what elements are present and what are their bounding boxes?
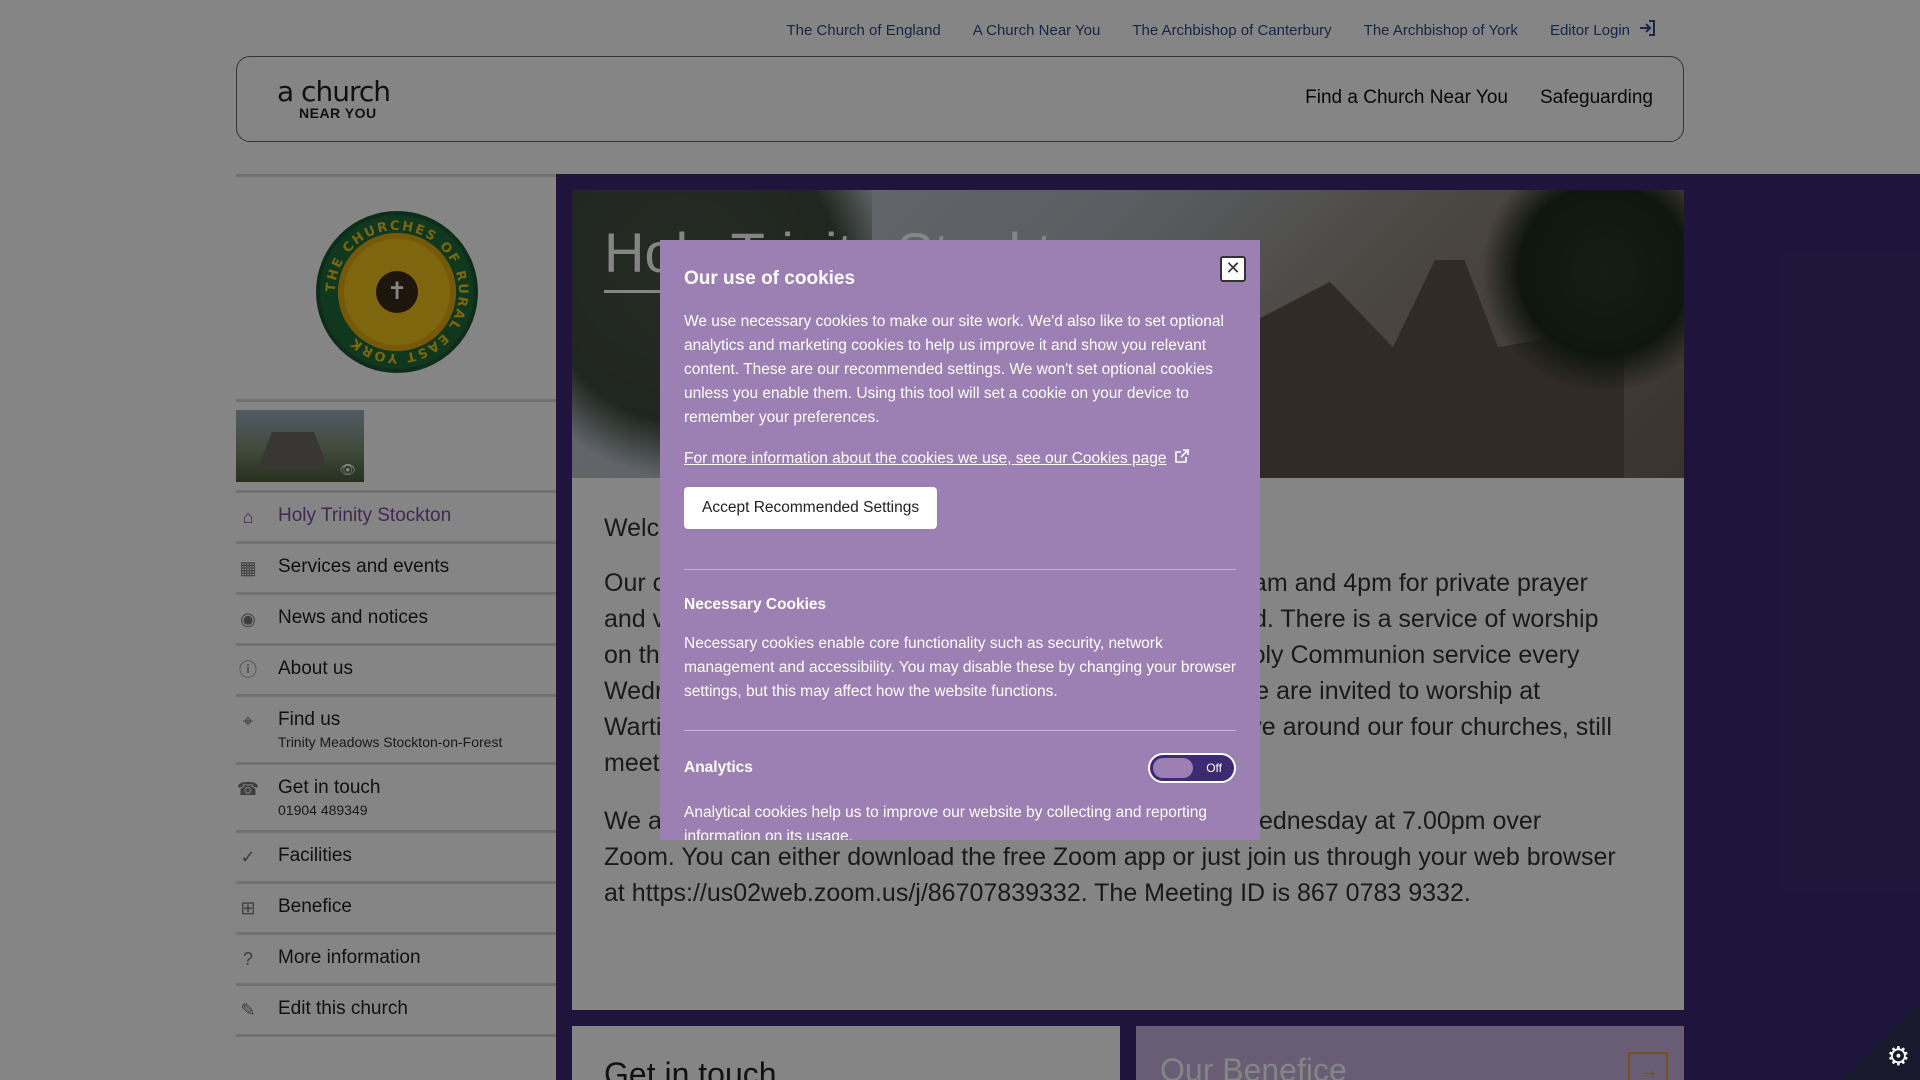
gear-icon: ⚙ [1886, 1041, 1910, 1071]
cookies-page-link[interactable]: For more information about the cookies w… [684, 448, 1236, 469]
accept-recommended-button[interactable]: Accept Recommended Settings [684, 487, 938, 529]
necessary-cookies-text: Necessary cookies enable core functional… [684, 635, 1237, 700]
divider [684, 730, 1236, 731]
analytics-text: Analytical cookies help us to improve ou… [684, 804, 1207, 840]
analytics-row: Analytics Off [684, 753, 1236, 783]
close-icon: ✕ [1225, 258, 1241, 278]
cookie-intro-text: We use necessary cookies to make our sit… [684, 313, 1224, 426]
analytics-title: Analytics [684, 759, 753, 776]
necessary-cookies-title: Necessary Cookies [684, 596, 827, 613]
toggle-knob [1153, 758, 1193, 778]
cookies-page-link-label: For more information about the cookies w… [684, 449, 1167, 467]
divider [684, 569, 1236, 570]
cookie-consent-dialog: ✕ Our use of cookies We use necessary co… [660, 240, 1260, 840]
cookie-dialog-title: Our use of cookies [684, 268, 856, 289]
toggle-state-label: Off [1206, 761, 1222, 775]
analytics-toggle[interactable]: Off [1148, 753, 1236, 783]
close-button[interactable]: ✕ [1220, 256, 1246, 282]
external-link-icon [1174, 448, 1190, 469]
